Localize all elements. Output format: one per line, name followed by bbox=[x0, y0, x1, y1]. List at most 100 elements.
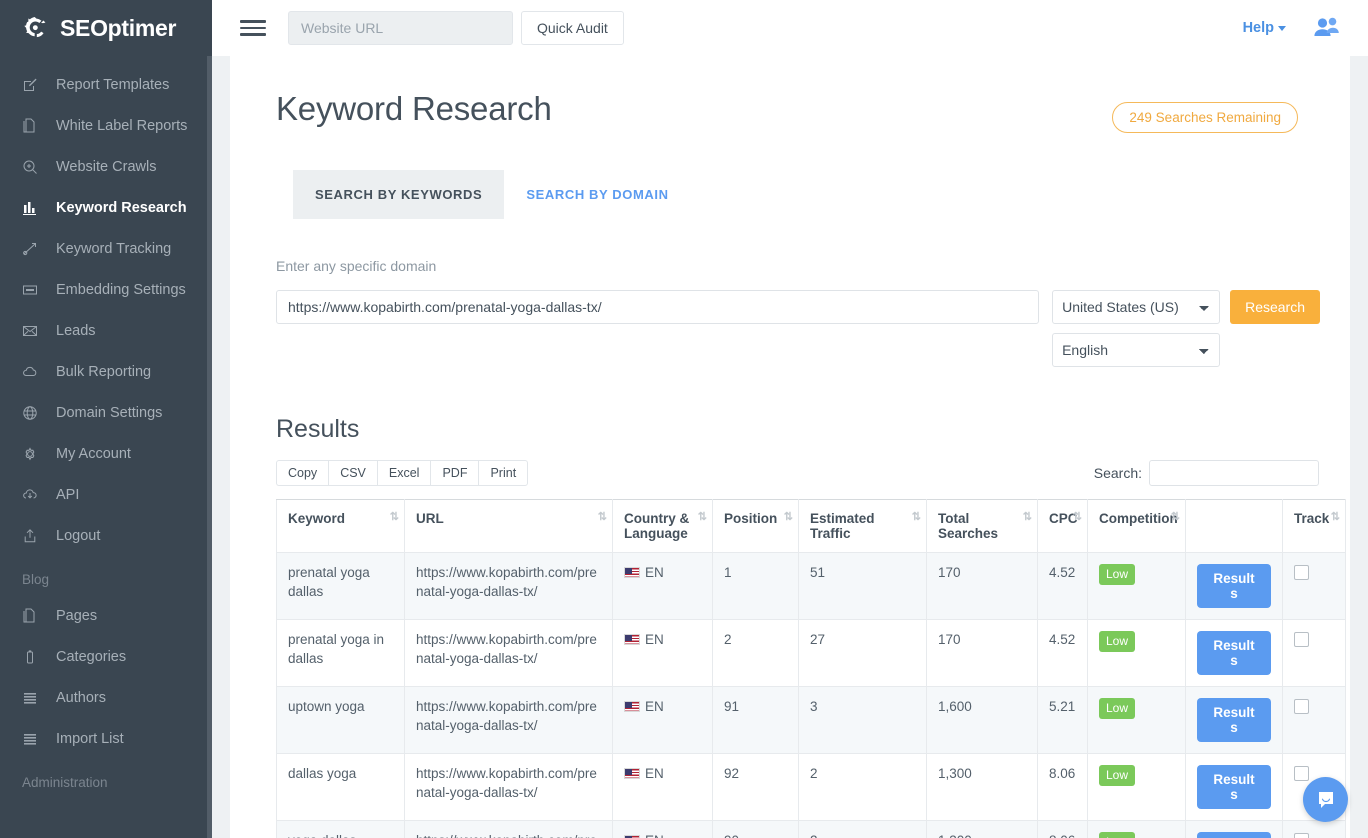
sidebar-item-bulk-reporting[interactable]: Bulk Reporting bbox=[0, 351, 212, 392]
cell-keyword: prenatal yoga dallas bbox=[277, 553, 405, 620]
sidebar-item-authors[interactable]: Authors bbox=[0, 677, 212, 718]
sidebar-item-label: Bulk Reporting bbox=[56, 364, 151, 380]
searches-remaining-badge[interactable]: 249 Searches Remaining bbox=[1112, 102, 1298, 133]
table-toolbar: Copy CSV Excel PDF Print Search: bbox=[276, 460, 1320, 486]
col-position[interactable]: Position⇅ bbox=[713, 500, 799, 553]
cell-action: Results bbox=[1186, 687, 1283, 754]
table-row: prenatal yoga dallas https://www.kopabir… bbox=[277, 553, 1346, 620]
row-results-button[interactable]: Results bbox=[1197, 564, 1271, 608]
col-total-searches[interactable]: Total Searches⇅ bbox=[927, 500, 1038, 553]
help-menu[interactable]: Help bbox=[1243, 20, 1286, 36]
hamburger-icon[interactable] bbox=[240, 18, 266, 38]
globe-icon bbox=[22, 404, 44, 422]
tab-search-by-keywords[interactable]: SEARCH BY KEYWORDS bbox=[293, 170, 504, 219]
envelope-icon bbox=[22, 322, 44, 340]
row-results-button[interactable]: Results bbox=[1197, 698, 1271, 742]
col-competition[interactable]: Competition⇅ bbox=[1088, 500, 1186, 553]
help-label: Help bbox=[1243, 20, 1274, 36]
col-estimated-traffic[interactable]: Estimated Traffic⇅ bbox=[799, 500, 927, 553]
sidebar-item-leads[interactable]: Leads bbox=[0, 310, 212, 351]
sidebar-item-import-list[interactable]: Import List bbox=[0, 718, 212, 759]
competition-badge: Low bbox=[1099, 698, 1135, 719]
col-cpc[interactable]: CPC⇅ bbox=[1038, 500, 1088, 553]
sort-icon: ⇅ bbox=[698, 512, 705, 523]
cell-country-language: EN bbox=[613, 553, 713, 620]
sidebar-item-label: Logout bbox=[56, 528, 100, 544]
sidebar-item-categories[interactable]: Categories bbox=[0, 636, 212, 677]
sidebar-item-domain-settings[interactable]: Domain Settings bbox=[0, 392, 212, 433]
col-keyword[interactable]: Keyword ⇅ bbox=[277, 500, 405, 553]
tab-search-by-domain[interactable]: SEARCH BY DOMAIN bbox=[504, 170, 690, 219]
excel-button[interactable]: Excel bbox=[377, 460, 431, 486]
cell-estimated-traffic: 2 bbox=[799, 821, 927, 838]
sidebar-item-label: Report Templates bbox=[56, 77, 169, 93]
col-actions bbox=[1186, 500, 1283, 553]
copy-button[interactable]: Copy bbox=[276, 460, 328, 486]
col-label: Position bbox=[724, 511, 777, 526]
row-results-button[interactable]: Results bbox=[1197, 765, 1271, 809]
cell-url: https://www.kopabirth.com/prenatal-yoga-… bbox=[405, 754, 613, 821]
cell-country-language: EN bbox=[613, 821, 713, 838]
sidebar-item-keyword-research[interactable]: Keyword Research bbox=[0, 187, 212, 228]
brand-logo[interactable]: SEOptimer bbox=[0, 0, 212, 56]
col-country-language[interactable]: Country & Language⇅ bbox=[613, 500, 713, 553]
track-checkbox[interactable] bbox=[1294, 565, 1309, 580]
track-checkbox[interactable] bbox=[1294, 632, 1309, 647]
col-url[interactable]: URL⇅ bbox=[405, 500, 613, 553]
search-zoom-icon bbox=[22, 158, 44, 176]
cell-total-searches: 1,600 bbox=[927, 687, 1038, 754]
sidebar-item-white-label-reports[interactable]: White Label Reports bbox=[0, 105, 212, 146]
cell-keyword: prenatal yoga in dallas bbox=[277, 620, 405, 687]
website-url-input[interactable] bbox=[288, 11, 513, 45]
cell-total-searches: 1,300 bbox=[927, 821, 1038, 838]
locale-selects: United States (US) English bbox=[1052, 290, 1220, 367]
users-icon[interactable] bbox=[1312, 16, 1340, 40]
chat-widget-button[interactable] bbox=[1303, 777, 1348, 822]
language-select[interactable]: English bbox=[1052, 333, 1220, 367]
csv-button[interactable]: CSV bbox=[328, 460, 377, 486]
search-mode-tabs: SEARCH BY KEYWORDS SEARCH BY DOMAIN bbox=[293, 170, 1320, 219]
trending-line-icon bbox=[22, 240, 44, 258]
page-card: Keyword Research 249 Searches Remaining … bbox=[230, 56, 1350, 838]
export-button-group: Copy CSV Excel PDF Print bbox=[276, 460, 528, 486]
row-results-button[interactable]: Results bbox=[1197, 832, 1271, 838]
cell-action: Results bbox=[1186, 754, 1283, 821]
col-track[interactable]: Track⇅ bbox=[1283, 500, 1346, 553]
sidebar: SEOptimer Report Templates White Label R… bbox=[0, 0, 212, 838]
cell-action: Results bbox=[1186, 620, 1283, 687]
col-label: Keyword bbox=[288, 511, 345, 526]
bar-chart-icon bbox=[22, 199, 44, 217]
sidebar-item-label: Leads bbox=[56, 323, 96, 339]
track-checkbox[interactable] bbox=[1294, 766, 1309, 781]
track-checkbox[interactable] bbox=[1294, 699, 1309, 714]
sidebar-item-api[interactable]: API bbox=[0, 474, 212, 515]
cloud-icon bbox=[22, 363, 44, 381]
print-button[interactable]: Print bbox=[478, 460, 528, 486]
sidebar-item-pages[interactable]: Pages bbox=[0, 595, 212, 636]
row-results-button[interactable]: Results bbox=[1197, 631, 1271, 675]
cell-url: https://www.kopabirth.com/prenatal-yoga-… bbox=[405, 620, 613, 687]
sidebar-item-website-crawls[interactable]: Website Crawls bbox=[0, 146, 212, 187]
flag-us-icon bbox=[624, 567, 640, 578]
country-select[interactable]: United States (US) bbox=[1052, 290, 1220, 324]
cell-competition: Low bbox=[1088, 821, 1186, 838]
sidebar-item-logout[interactable]: Logout bbox=[0, 515, 212, 556]
sort-icon: ⇅ bbox=[598, 512, 605, 523]
sidebar-item-keyword-tracking[interactable]: Keyword Tracking bbox=[0, 228, 212, 269]
track-checkbox[interactable] bbox=[1294, 833, 1309, 838]
logout-icon bbox=[22, 527, 44, 545]
edit-square-icon bbox=[22, 76, 44, 94]
domain-input[interactable] bbox=[276, 290, 1039, 324]
page-header: Keyword Research 249 Searches Remaining bbox=[276, 90, 1320, 133]
sidebar-item-report-templates[interactable]: Report Templates bbox=[0, 64, 212, 105]
sort-icon: ⇅ bbox=[1073, 512, 1080, 523]
cell-keyword: uptown yoga bbox=[277, 687, 405, 754]
pdf-button[interactable]: PDF bbox=[430, 460, 478, 486]
research-button[interactable]: Research bbox=[1230, 290, 1320, 324]
sidebar-item-embedding-settings[interactable]: Embedding Settings bbox=[0, 269, 212, 310]
sort-icon: ⇅ bbox=[390, 512, 397, 523]
quick-audit-button[interactable]: Quick Audit bbox=[521, 11, 624, 45]
sidebar-item-my-account[interactable]: My Account bbox=[0, 433, 212, 474]
table-row: yoga dallas https://www.kopabirth.com/pr… bbox=[277, 821, 1346, 838]
table-search-input[interactable] bbox=[1149, 460, 1319, 486]
